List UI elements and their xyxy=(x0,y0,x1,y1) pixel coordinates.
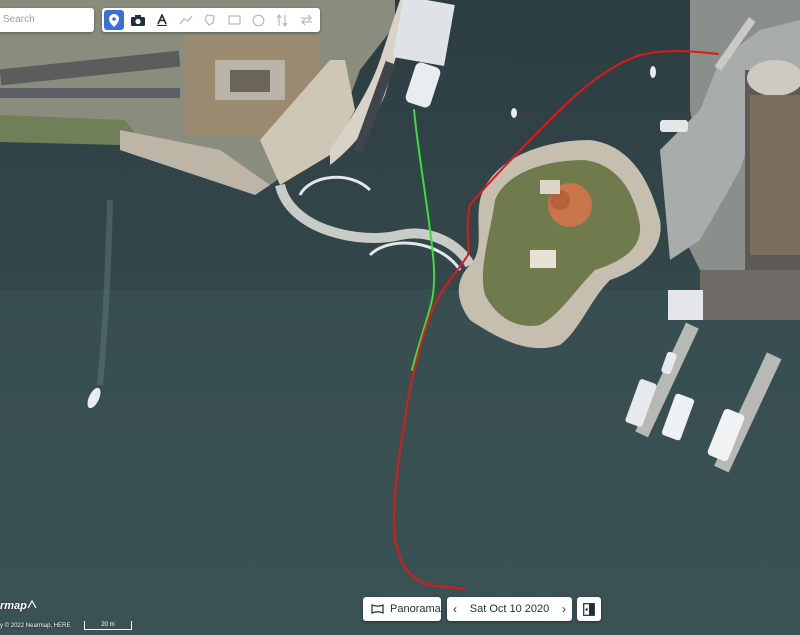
date-selector: ‹ Sat Oct 10 2020 › xyxy=(447,597,572,621)
drawing-toolbar xyxy=(102,8,320,32)
camera-icon xyxy=(131,14,145,26)
panorama-icon xyxy=(371,604,384,614)
boat-north xyxy=(650,66,656,78)
location-pin-tool[interactable] xyxy=(104,10,124,30)
rectangle-icon xyxy=(227,15,241,25)
polygon-icon xyxy=(204,14,215,26)
circle-icon xyxy=(252,14,264,26)
panorama-label: Panorama xyxy=(390,603,441,615)
search-input[interactable]: Search xyxy=(0,8,94,32)
polyline-icon xyxy=(179,15,193,25)
swap-tool[interactable] xyxy=(294,8,318,32)
circle-tool[interactable] xyxy=(246,8,270,32)
previous-date-icon[interactable]: ‹ xyxy=(453,602,457,616)
camera-tool[interactable] xyxy=(126,8,150,32)
compare-button[interactable] xyxy=(577,597,601,621)
split-compare-icon xyxy=(583,602,595,616)
swap-arrows-icon xyxy=(300,14,312,26)
polygon-tool[interactable] xyxy=(198,8,222,32)
aerial-map[interactable] xyxy=(0,0,800,635)
scale-bar: 20 m xyxy=(84,621,132,630)
copyright-text: y © 2022 Nearmap, HERE xyxy=(0,623,71,629)
boat-mid xyxy=(511,108,517,118)
location-pin-icon xyxy=(109,13,119,27)
height-tool[interactable] xyxy=(270,8,294,32)
text-icon xyxy=(157,14,167,26)
polyline-tool[interactable] xyxy=(174,8,198,32)
date-label[interactable]: Sat Oct 10 2020 xyxy=(470,603,550,615)
next-date-icon[interactable]: › xyxy=(562,602,566,616)
brand-logo: rmap xyxy=(0,599,37,612)
text-tool[interactable] xyxy=(150,8,174,32)
rectangle-tool[interactable] xyxy=(222,8,246,32)
panorama-button[interactable]: Panorama xyxy=(363,597,441,621)
height-arrows-icon xyxy=(276,13,288,27)
scale-label: 20 m xyxy=(101,622,115,628)
